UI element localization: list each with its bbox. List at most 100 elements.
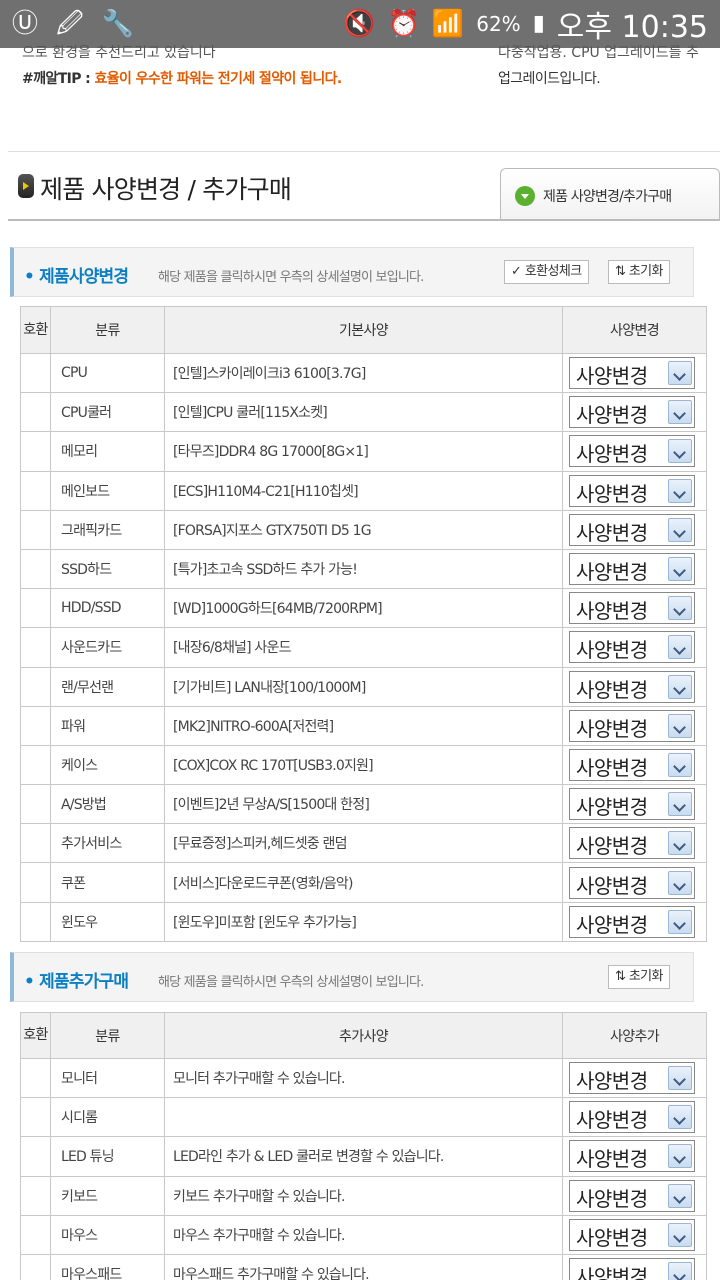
- chevron-down-icon[interactable]: [668, 792, 692, 817]
- spec-select[interactable]: 사양변경: [569, 553, 695, 586]
- spec-select[interactable]: 사양변경: [569, 474, 695, 507]
- chevron-down-icon[interactable]: [668, 831, 692, 856]
- spec-cell[interactable]: [COX]COX RC 170T[USB3.0지원]: [164, 744, 563, 786]
- header-category: 분류: [50, 306, 165, 354]
- spec-select[interactable]: 사양변경: [569, 1218, 695, 1251]
- table-row[interactable]: CPU [인텔]스카이레이크i3 6100[3.7G] 사양변경: [20, 352, 707, 394]
- chevron-down-icon[interactable]: [668, 439, 692, 464]
- table-row[interactable]: 모니터 모니터 추가구매할 수 있습니다. 사양변경: [20, 1057, 707, 1099]
- cut-text-left: 으로 환경을 추천드리고 있습니다: [22, 45, 216, 61]
- chevron-down-icon[interactable]: [668, 361, 692, 386]
- table-row[interactable]: 마우스패드 마우스패드 추가구매할 수 있습니다. 사양변경: [20, 1253, 707, 1280]
- spec-select[interactable]: 사양변경: [569, 592, 695, 625]
- chevron-down-icon[interactable]: [668, 1144, 692, 1169]
- compat-cell: [20, 470, 51, 511]
- chevron-down-icon[interactable]: [668, 557, 692, 582]
- battery-icon: ▮: [532, 11, 545, 36]
- spec-select[interactable]: 사양변경: [569, 435, 695, 468]
- tab-spec-change[interactable]: 제품 사양변경/추가구매: [500, 168, 720, 220]
- chevron-down-icon[interactable]: [668, 517, 692, 542]
- spec-cell[interactable]: [무료증정]스피커,헤드셋중 랜덤: [164, 823, 563, 864]
- spec-select[interactable]: 사양변경: [569, 1101, 695, 1134]
- spec-cell[interactable]: [윈도우]미포함 [윈도우 추가가능]: [164, 901, 563, 942]
- category-cell: LED 튜닝: [50, 1136, 165, 1177]
- spec-cell[interactable]: [서비스]다운로드쿠폰(영화/음악): [164, 862, 563, 903]
- chevron-down-icon[interactable]: [668, 752, 692, 777]
- spec-select[interactable]: 사양변경: [569, 396, 695, 429]
- table-row[interactable]: LED 튜닝 LED라인 추가 & LED 쿨러로 변경할 수 있습니다. 사양변경: [20, 1136, 707, 1177]
- spec-select[interactable]: 사양변경: [569, 827, 695, 860]
- spec-select[interactable]: 사양변경: [569, 670, 695, 703]
- chevron-down-icon[interactable]: [668, 1183, 692, 1208]
- add-reset-button[interactable]: ⇅ 초기화: [608, 965, 670, 989]
- spec-cell[interactable]: [FORSA]지포스 GTX750TI D5 1G: [164, 509, 563, 550]
- spec-select[interactable]: 사양변경: [569, 1179, 695, 1212]
- table-row[interactable]: 케이스 [COX]COX RC 170T[USB3.0지원] 사양변경: [20, 744, 707, 786]
- compat-cell: [20, 1253, 51, 1280]
- table-row[interactable]: HDD/SSD [WD]1000G하드[64MB/7200RPM] 사양변경: [20, 588, 707, 629]
- spec-select[interactable]: 사양변경: [569, 1140, 695, 1173]
- chevron-down-icon[interactable]: [668, 1066, 692, 1091]
- chevron-down-icon[interactable]: [668, 1262, 692, 1280]
- reset-button[interactable]: ⇅ 초기화: [608, 260, 670, 284]
- spec-cell[interactable]: 키보드 추가구매할 수 있습니다.: [164, 1175, 563, 1216]
- chevron-down-icon[interactable]: [668, 400, 692, 425]
- spec-cell[interactable]: [기가비트] LAN내장[100/1000M]: [164, 666, 563, 707]
- add-panel-desc: 해당 제품을 클릭하시면 우측의 상세설명이 보입니다.: [158, 975, 424, 990]
- table-row[interactable]: 파워 [MK2]NITRO-600A[저전력] 사양변경: [20, 705, 707, 746]
- chevron-down-icon[interactable]: [668, 596, 692, 621]
- chevron-down-icon[interactable]: [668, 478, 692, 503]
- table-row[interactable]: 윈도우 [윈도우]미포함 [윈도우 추가가능] 사양변경: [20, 901, 707, 942]
- select-cell: 사양변경: [562, 1214, 707, 1255]
- compat-check-button[interactable]: ✓ 호환성체크: [504, 260, 589, 284]
- chevron-down-icon[interactable]: [668, 713, 692, 738]
- spec-cell[interactable]: [인텔]CPU 쿨러[115X소켓]: [164, 392, 563, 433]
- spec-cell[interactable]: [ECS]H110M4-C21[H110칩셋]: [164, 470, 563, 511]
- chevron-down-icon[interactable]: [668, 674, 692, 699]
- spec-cell[interactable]: [이벤트]2년 무상A/S[1500대 한정]: [164, 784, 563, 825]
- spec-select[interactable]: 사양변경: [569, 866, 695, 899]
- spec-cell[interactable]: [MK2]NITRO-600A[저전력]: [164, 705, 563, 746]
- table-row[interactable]: SSD하드 [특가]초고속 SSD하드 추가 가능! 사양변경: [20, 548, 707, 590]
- select-cell: 사양변경: [562, 509, 707, 550]
- table-row[interactable]: 추가서비스 [무료증정]스피커,헤드셋중 랜덤 사양변경: [20, 823, 707, 864]
- spec-select[interactable]: 사양변경: [569, 709, 695, 742]
- chevron-down-icon[interactable]: [668, 1105, 692, 1130]
- chevron-down-icon[interactable]: [668, 870, 692, 895]
- chevron-down-icon[interactable]: [668, 635, 692, 660]
- table-row[interactable]: 마우스 마우스 추가구매할 수 있습니다. 사양변경: [20, 1214, 707, 1255]
- table-row[interactable]: 키보드 키보드 추가구매할 수 있습니다. 사양변경: [20, 1175, 707, 1216]
- spec-cell[interactable]: [164, 1097, 563, 1138]
- spec-select[interactable]: 사양변경: [569, 788, 695, 821]
- spec-cell[interactable]: [타무즈]DDR4 8G 17000[8G×1]: [164, 431, 563, 472]
- spec-select[interactable]: 사양변경: [569, 513, 695, 546]
- category-cell: 키보드: [50, 1175, 165, 1216]
- table-row[interactable]: CPU쿨러 [인텔]CPU 쿨러[115X소켓] 사양변경: [20, 392, 707, 433]
- spec-cell[interactable]: [특가]초고속 SSD하드 추가 가능!: [164, 548, 563, 590]
- table-row[interactable]: 메모리 [타무즈]DDR4 8G 17000[8G×1] 사양변경: [20, 431, 707, 472]
- spec-cell[interactable]: [내장6/8채널] 사운드: [164, 627, 563, 668]
- spec-cell[interactable]: [인텔]스카이레이크i3 6100[3.7G]: [164, 352, 563, 394]
- spec-select[interactable]: 사양변경: [569, 905, 695, 938]
- spec-select[interactable]: 사양변경: [569, 748, 695, 781]
- table-row[interactable]: A/S방법 [이벤트]2년 무상A/S[1500대 한정] 사양변경: [20, 784, 707, 825]
- chevron-down-icon[interactable]: [668, 909, 692, 934]
- spec-select[interactable]: 사양변경: [569, 1258, 695, 1280]
- spec-select[interactable]: 사양변경: [569, 1062, 695, 1095]
- chevron-down-icon[interactable]: [668, 1222, 692, 1247]
- table-row[interactable]: 시디롬 사양변경: [20, 1097, 707, 1138]
- spec-cell[interactable]: 마우스패드 추가구매할 수 있습니다.: [164, 1253, 563, 1280]
- table-row[interactable]: 메인보드 [ECS]H110M4-C21[H110칩셋] 사양변경: [20, 470, 707, 511]
- table-row[interactable]: 그래픽카드 [FORSA]지포스 GTX750TI D5 1G 사양변경: [20, 509, 707, 550]
- table-row[interactable]: 사운드카드 [내장6/8채널] 사운드 사양변경: [20, 627, 707, 668]
- spec-select[interactable]: 사양변경: [569, 631, 695, 664]
- spec-cell[interactable]: 모니터 추가구매할 수 있습니다.: [164, 1057, 563, 1099]
- spec-select[interactable]: 사양변경: [569, 357, 695, 390]
- add-table: 호환 분류 추가사양 사양추가 모니터 모니터 추가구매할 수 있습니다. 사양변경…: [20, 1012, 707, 1280]
- table-row[interactable]: 랜/무선랜 [기가비트] LAN내장[100/1000M] 사양변경: [20, 666, 707, 707]
- spec-cell[interactable]: 마우스 추가구매할 수 있습니다.: [164, 1214, 563, 1255]
- spec-cell[interactable]: LED라인 추가 & LED 쿨러로 변경할 수 있습니다.: [164, 1136, 563, 1177]
- spec-cell[interactable]: [WD]1000G하드[64MB/7200RPM]: [164, 588, 563, 629]
- select-value: 사양변경: [576, 677, 648, 702]
- table-row[interactable]: 쿠폰 [서비스]다운로드쿠폰(영화/음악) 사양변경: [20, 862, 707, 903]
